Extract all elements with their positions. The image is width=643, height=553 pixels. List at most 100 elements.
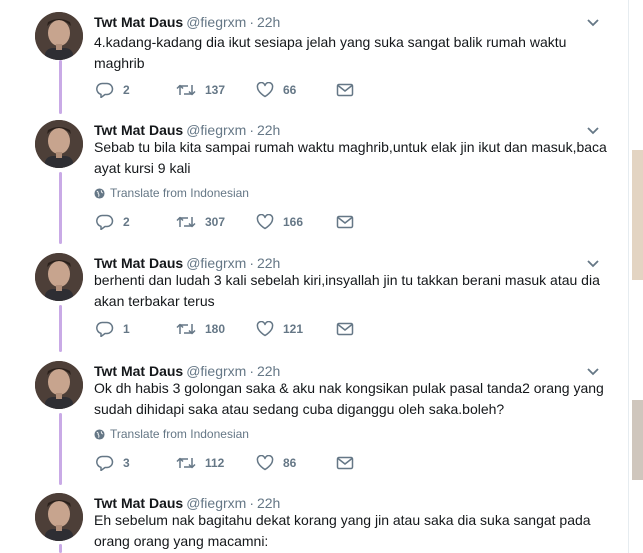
like-button[interactable]: 66 bbox=[256, 82, 296, 98]
author-name[interactable]: Twt Mat Daus bbox=[94, 122, 183, 138]
author-handle[interactable]: @fiegrxm bbox=[186, 122, 246, 138]
avatar[interactable] bbox=[35, 493, 83, 541]
tweet-timestamp[interactable]: 22h bbox=[257, 495, 280, 511]
direct-message-button[interactable] bbox=[336, 321, 354, 337]
reply-button[interactable]: 2 bbox=[96, 82, 130, 98]
retweet-button[interactable]: 307 bbox=[176, 214, 225, 230]
tweet-text: berhenti dan ludah 3 kali sebelah kiri,i… bbox=[94, 272, 600, 309]
author-name[interactable]: Twt Mat Daus bbox=[94, 255, 183, 271]
reply-icon bbox=[96, 455, 114, 471]
avatar[interactable] bbox=[35, 253, 83, 301]
retweet-button[interactable]: 180 bbox=[176, 321, 225, 337]
translate-link[interactable]: Translate from Indonesian bbox=[94, 427, 249, 441]
direct-message-icon bbox=[336, 83, 354, 97]
tweet-timestamp[interactable]: 22h bbox=[257, 363, 280, 379]
tweet-header: Twt Mat Daus @fiegrxm · 22h bbox=[94, 495, 280, 511]
adjacent-image-fragment bbox=[632, 150, 643, 280]
tweet[interactable]: Twt Mat Daus @fiegrxm · 22h Ok dh habis 3 g… bbox=[0, 361, 628, 483]
avatar[interactable] bbox=[35, 120, 83, 168]
like-icon bbox=[256, 214, 274, 230]
reply-count: 3 bbox=[123, 456, 130, 470]
translate-label: Translate from Indonesian bbox=[110, 186, 249, 200]
tweet-header: Twt Mat Daus @fiegrxm · 22h bbox=[94, 14, 280, 30]
like-button[interactable]: 166 bbox=[256, 214, 303, 230]
tweet-header: Twt Mat Daus @fiegrxm · 22h bbox=[94, 255, 280, 271]
retweet-icon bbox=[176, 216, 196, 228]
tweet-actions: 3 112 86 bbox=[96, 455, 396, 475]
like-button[interactable]: 121 bbox=[256, 321, 303, 337]
adjacent-image-fragment bbox=[632, 400, 643, 480]
retweet-count: 112 bbox=[205, 456, 225, 470]
retweet-icon bbox=[176, 323, 196, 335]
direct-message-icon bbox=[336, 215, 354, 229]
tweet-timestamp[interactable]: 22h bbox=[257, 14, 280, 30]
separator-dot: · bbox=[249, 255, 254, 271]
tweet-text: Eh sebelum nak bagitahu dekat korang yan… bbox=[94, 512, 591, 549]
author-handle[interactable]: @fiegrxm bbox=[186, 363, 246, 379]
tweet-timestamp[interactable]: 22h bbox=[257, 255, 280, 271]
tweet-text: Ok dh habis 3 golongan saka & aku nak ko… bbox=[94, 380, 604, 417]
tweet[interactable]: Twt Mat Daus @fiegrxm · 22h Sebab tu bila k… bbox=[0, 120, 628, 242]
tweet-header: Twt Mat Daus @fiegrxm · 22h bbox=[94, 122, 280, 138]
chevron-down-icon[interactable] bbox=[586, 18, 600, 28]
translate-link[interactable]: Translate from Indonesian bbox=[94, 186, 249, 200]
tweet-thread: Twt Mat Daus @fiegrxm · 22h 4.kadang-kadang… bbox=[0, 0, 628, 553]
reply-icon bbox=[96, 214, 114, 230]
retweet-icon bbox=[176, 457, 196, 469]
retweet-icon bbox=[176, 84, 196, 96]
globe-icon bbox=[94, 428, 105, 440]
reply-button[interactable]: 1 bbox=[96, 321, 130, 337]
adjacent-panel-edge bbox=[628, 0, 643, 553]
direct-message-icon bbox=[336, 456, 354, 470]
separator-dot: · bbox=[249, 363, 254, 379]
globe-icon bbox=[94, 187, 105, 199]
separator-dot: · bbox=[249, 122, 254, 138]
tweet[interactable]: Twt Mat Daus @fiegrxm · 22h berhenti dan lu… bbox=[0, 253, 628, 353]
author-name[interactable]: Twt Mat Daus bbox=[94, 363, 183, 379]
tweet-actions: 2 137 66 bbox=[96, 82, 396, 102]
like-icon bbox=[256, 82, 274, 98]
reply-count: 2 bbox=[123, 215, 130, 229]
tweet-actions: 1 180 121 bbox=[96, 321, 396, 341]
like-count: 121 bbox=[283, 322, 304, 336]
direct-message-button[interactable] bbox=[336, 82, 354, 98]
chevron-down-icon[interactable] bbox=[586, 126, 600, 136]
chevron-down-icon[interactable] bbox=[586, 259, 600, 269]
avatar[interactable] bbox=[35, 361, 83, 409]
separator-dot: · bbox=[249, 14, 254, 30]
avatar[interactable] bbox=[35, 12, 83, 60]
author-handle[interactable]: @fiegrxm bbox=[186, 14, 246, 30]
direct-message-button[interactable] bbox=[336, 214, 354, 230]
retweet-button[interactable]: 137 bbox=[176, 82, 225, 98]
like-button[interactable]: 86 bbox=[256, 455, 296, 471]
retweet-count: 180 bbox=[205, 322, 226, 336]
tweet-actions: 2 307 166 bbox=[96, 214, 396, 234]
author-name[interactable]: Twt Mat Daus bbox=[94, 14, 183, 30]
tweet[interactable]: Twt Mat Daus @fiegrxm · 22h 4.kadang-kadang… bbox=[0, 12, 628, 112]
like-icon bbox=[256, 321, 274, 337]
reply-count: 1 bbox=[123, 322, 130, 336]
reply-button[interactable]: 3 bbox=[96, 455, 130, 471]
direct-message-button[interactable] bbox=[336, 455, 354, 471]
author-handle[interactable]: @fiegrxm bbox=[186, 495, 246, 511]
retweet-button[interactable]: 112 bbox=[176, 455, 224, 471]
separator-dot: · bbox=[249, 495, 254, 511]
like-count: 86 bbox=[283, 456, 297, 470]
author-name[interactable]: Twt Mat Daus bbox=[94, 495, 183, 511]
tweet[interactable]: Twt Mat Daus @fiegrxm · 22h Eh sebelum nak … bbox=[0, 493, 628, 553]
reply-count: 2 bbox=[123, 83, 130, 97]
reply-icon bbox=[96, 82, 114, 98]
author-handle[interactable]: @fiegrxm bbox=[186, 255, 246, 271]
translate-label: Translate from Indonesian bbox=[110, 427, 249, 441]
tweet-text: 4.kadang-kadang dia ikut sesiapa jelah y… bbox=[94, 34, 567, 71]
tweet-timestamp[interactable]: 22h bbox=[257, 122, 280, 138]
tweet-text: Sebab tu bila kita sampai rumah waktu ma… bbox=[94, 139, 607, 176]
retweet-count: 307 bbox=[205, 215, 226, 229]
retweet-count: 137 bbox=[205, 83, 226, 97]
reply-button[interactable]: 2 bbox=[96, 214, 130, 230]
direct-message-icon bbox=[336, 322, 354, 336]
like-count: 166 bbox=[283, 215, 304, 229]
like-count: 66 bbox=[283, 83, 297, 97]
chevron-down-icon[interactable] bbox=[586, 367, 600, 377]
reply-icon bbox=[96, 321, 114, 337]
